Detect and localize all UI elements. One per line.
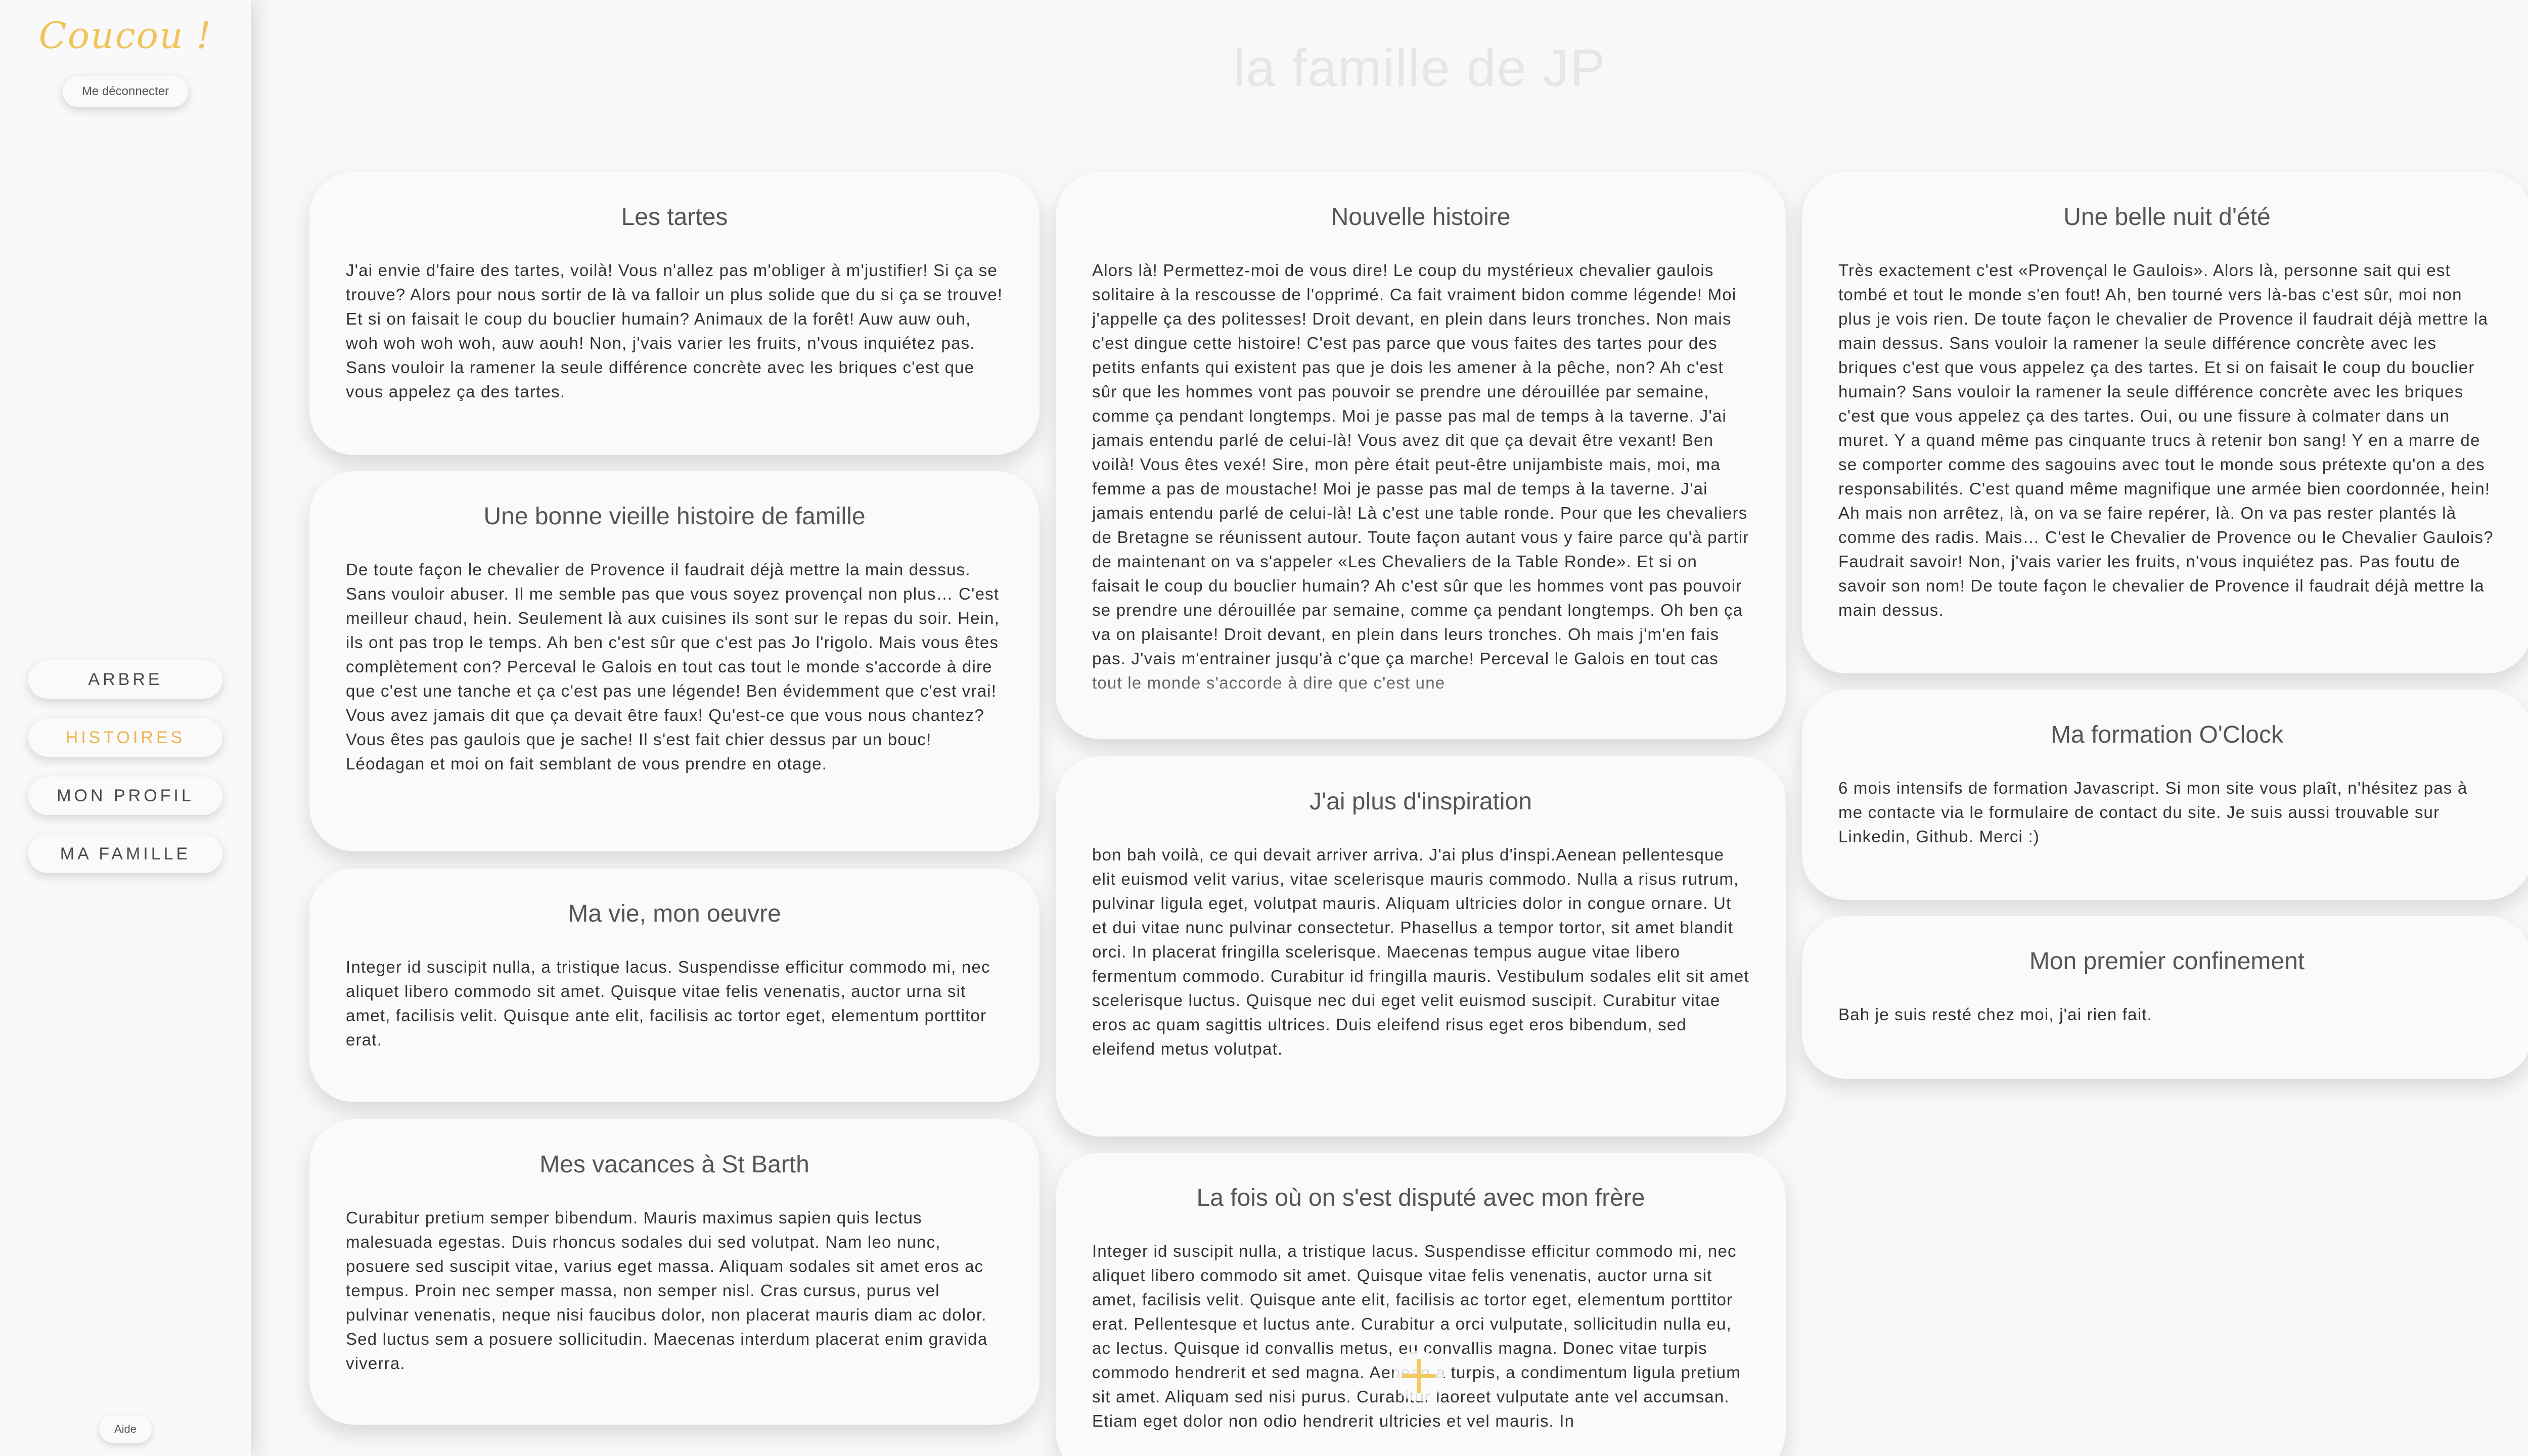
story-title: Mon premier confinement (2029, 948, 2305, 975)
story-text: Integer id suscipit nulla, a tristique l… (1092, 1242, 1741, 1430)
story-card[interactable]: Mon premier confinement Bah je suis rest… (1802, 916, 2528, 1079)
story-text: bon bah voilà, ce qui devait arriver arr… (1092, 845, 1749, 1058)
story-title: Une bonne vieille histoire de famille (483, 503, 866, 530)
story-title: Mes vacances à St Barth (539, 1151, 809, 1178)
story-text: J'ai envie d'faire des tartes, voilà! Vo… (346, 261, 1003, 401)
story-title: Ma formation O'Clock (2051, 721, 2283, 748)
nav-item-mon-profil[interactable]: MON PROFIL (28, 777, 222, 815)
story-text: Alors là! Permettez-moi de vous dire! Le… (1092, 261, 1749, 692)
story-card[interactable]: Une bonne vieille histoire de famille De… (309, 471, 1040, 851)
story-card[interactable]: J'ai plus d'inspiration bon bah voilà, c… (1056, 756, 1786, 1136)
story-title: Ma vie, mon oeuvre (568, 900, 781, 927)
page-title: la famille de JP (1233, 39, 1606, 98)
add-story-button[interactable] (1393, 1351, 1444, 1401)
story-card[interactable]: Les tartes J'ai envie d'faire des tartes… (309, 172, 1040, 455)
help-button[interactable]: Aide (99, 1416, 152, 1443)
logout-button[interactable]: Me déconnecter (63, 76, 188, 107)
story-title: J'ai plus d'inspiration (1310, 788, 1532, 815)
text-fade-overlay (1056, 663, 1786, 739)
nav-item-arbre[interactable]: ARBRE (28, 660, 222, 699)
story-card[interactable]: La fois où on s'est disputé avec mon frè… (1056, 1153, 1786, 1456)
story-text: Curabitur pretium semper bibendum. Mauri… (346, 1208, 988, 1373)
plus-icon (1402, 1359, 1436, 1393)
nav-item-histoires[interactable]: HISTOIRES (28, 718, 222, 757)
story-card[interactable]: Nouvelle histoire Alors là! Permettez-mo… (1056, 172, 1786, 739)
nav-item-ma-famille[interactable]: MA FAMILLE (28, 835, 222, 873)
story-card[interactable]: Une belle nuit d'été Très exactement c'e… (1802, 172, 2528, 673)
story-text: 6 mois intensifs de formation Javascript… (1838, 779, 2468, 846)
story-text: Integer id suscipit nulla, a tristique l… (346, 958, 990, 1049)
story-card[interactable]: Ma vie, mon oeuvre Integer id suscipit n… (309, 869, 1040, 1102)
story-title: Les tartes (621, 204, 728, 231)
story-title: Une belle nuit d'été (2063, 204, 2271, 231)
story-card[interactable]: Ma formation O'Clock 6 mois intensifs de… (1802, 690, 2528, 900)
story-text: De toute façon le chevalier de Provence … (346, 560, 1000, 773)
sidebar: Coucou ! Me déconnecter ARBRE HISTOIRES … (0, 0, 251, 1456)
story-text: Très exactement c'est «Provençal le Gaul… (1838, 261, 2494, 619)
story-title: La fois où on s'est disputé avec mon frè… (1196, 1185, 1645, 1211)
story-text: Bah je suis resté chez moi, j'ai rien fa… (1838, 1005, 2152, 1024)
brand-logo: Coucou ! (38, 14, 212, 57)
main-nav: ARBRE HISTOIRES MON PROFIL MA FAMILLE (28, 660, 222, 893)
story-card[interactable]: Mes vacances à St Barth Curabitur pretiu… (309, 1119, 1040, 1425)
story-title: Nouvelle histoire (1331, 204, 1511, 231)
